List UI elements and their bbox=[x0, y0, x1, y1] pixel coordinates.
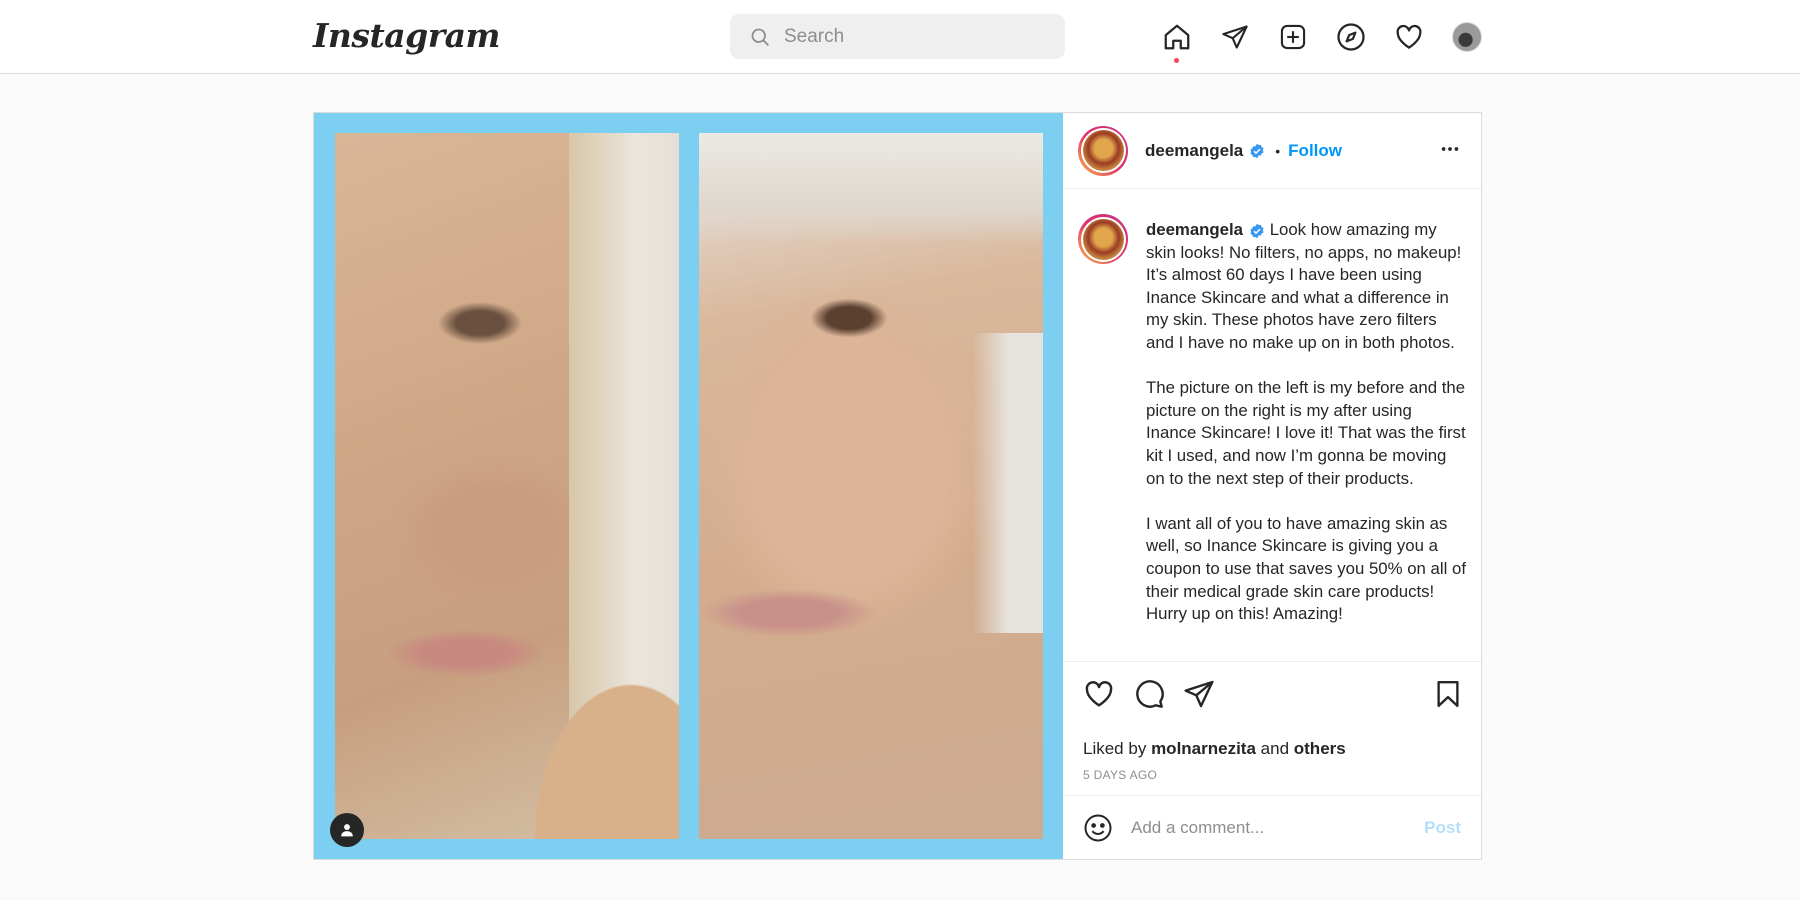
top-navigation-bar: Instagram bbox=[0, 0, 1800, 74]
avatar-image bbox=[1082, 130, 1124, 171]
explore-button[interactable] bbox=[1334, 20, 1367, 53]
home-icon bbox=[1164, 24, 1189, 49]
post-actions: Liked by molnarnezita and others 5 DAYS … bbox=[1063, 661, 1481, 782]
caption-username[interactable]: deemangela bbox=[1146, 220, 1243, 239]
tagged-users-button[interactable] bbox=[330, 813, 364, 847]
caption-text: Look how amazing my skin looks! No filte… bbox=[1146, 220, 1462, 352]
author-username[interactable]: deemangela bbox=[1145, 141, 1243, 161]
share-paper-plane-icon[interactable] bbox=[1183, 678, 1215, 710]
post-header: deemangela • Follow bbox=[1063, 113, 1481, 189]
search-icon bbox=[751, 28, 769, 46]
verified-badge-icon bbox=[1250, 143, 1264, 158]
paper-plane-icon bbox=[1221, 24, 1248, 49]
likes-conjunction: and bbox=[1260, 739, 1290, 758]
likes-others-link[interactable]: others bbox=[1294, 739, 1346, 758]
comment-input[interactable] bbox=[1131, 817, 1411, 838]
emoji-icon[interactable] bbox=[1083, 813, 1113, 843]
likes-prefix: Liked by bbox=[1083, 739, 1147, 758]
post-comment-button[interactable]: Post bbox=[1424, 818, 1461, 838]
post-timestamp[interactable]: 5 DAYS AGO bbox=[1083, 768, 1157, 782]
caption-paragraph: The picture on the left is my before and… bbox=[1146, 378, 1466, 488]
profile-button[interactable] bbox=[1450, 20, 1483, 53]
instagram-logo[interactable]: Instagram bbox=[313, 16, 500, 55]
caption-author-avatar[interactable] bbox=[1078, 214, 1128, 264]
caption-paragraph: deemangela Look how amazing my skin look… bbox=[1146, 219, 1466, 355]
follow-button[interactable]: Follow bbox=[1288, 141, 1342, 161]
like-heart-icon[interactable] bbox=[1083, 678, 1115, 710]
caption-scroll-area[interactable]: deemangela Look how amazing my skin look… bbox=[1063, 190, 1481, 661]
comment-bubble-icon[interactable] bbox=[1133, 678, 1165, 710]
user-icon bbox=[341, 824, 353, 837]
likes-summary: Liked by molnarnezita and others bbox=[1083, 739, 1346, 759]
search-box[interactable] bbox=[730, 14, 1065, 59]
bookmark-icon[interactable] bbox=[1433, 678, 1463, 710]
photo-detail bbox=[519, 659, 679, 839]
main-nav bbox=[1160, 20, 1483, 63]
activity-button[interactable] bbox=[1392, 20, 1425, 53]
home-button[interactable] bbox=[1160, 20, 1193, 63]
post-card: deemangela • Follow deemangela Look how … bbox=[313, 112, 1482, 860]
post-side-panel: deemangela • Follow deemangela Look how … bbox=[1063, 113, 1481, 859]
after-photo bbox=[699, 133, 1043, 839]
compass-icon bbox=[1336, 22, 1365, 51]
caption-paragraph: I want all of you to have amazing skin a… bbox=[1146, 513, 1466, 624]
verified-badge-icon bbox=[1250, 223, 1264, 238]
more-options-icon[interactable] bbox=[1439, 137, 1461, 161]
avatar-frame bbox=[1080, 128, 1126, 173]
author-avatar[interactable] bbox=[1078, 125, 1128, 176]
avatar-frame bbox=[1080, 216, 1126, 262]
photo-detail bbox=[699, 133, 1043, 243]
direct-messages-button[interactable] bbox=[1218, 20, 1251, 53]
action-icons bbox=[1083, 678, 1463, 710]
post-media[interactable] bbox=[314, 113, 1063, 859]
photo-detail bbox=[973, 333, 1043, 633]
plus-square-icon bbox=[1280, 24, 1305, 49]
post-caption: deemangela Look how amazing my skin look… bbox=[1146, 219, 1466, 648]
heart-icon bbox=[1396, 24, 1421, 49]
comment-bar: Post bbox=[1063, 795, 1481, 859]
active-indicator bbox=[1174, 58, 1179, 63]
profile-avatar bbox=[1451, 21, 1482, 52]
new-post-button[interactable] bbox=[1276, 20, 1309, 53]
avatar-image bbox=[1082, 218, 1124, 260]
liker-username[interactable]: molnarnezita bbox=[1151, 739, 1256, 758]
search-input[interactable] bbox=[784, 25, 1034, 48]
separator-dot: • bbox=[1275, 142, 1281, 159]
before-photo bbox=[335, 133, 679, 839]
